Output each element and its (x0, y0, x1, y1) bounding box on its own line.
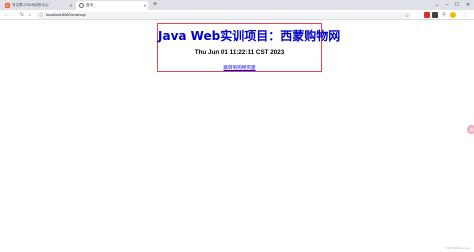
tab-strip: C 写文章-CSDN创作中心 ✕ 首页 ✕ + ⌄ – ☐ ✕ (0, 0, 474, 10)
flower-icon: ✿ (469, 127, 474, 132)
csdn-icon: C (5, 3, 10, 8)
page-title: Java Web实训项目：西蒙购物网 (158, 29, 341, 43)
maximize-button[interactable]: ☐ (452, 0, 462, 10)
forward-button[interactable]: → (10, 10, 18, 20)
bookmark-star-icon[interactable]: ☆ (405, 12, 409, 19)
current-datetime: Thu Jun 01 11:22:11 CST 2023 (194, 49, 285, 56)
extension-red-icon[interactable] (424, 12, 430, 18)
goto-shopping-link[interactable]: 跳转到购物页面 (223, 65, 255, 71)
tab-label: 首页 (86, 3, 94, 7)
home-button[interactable]: ⌂ (26, 10, 34, 20)
back-button[interactable]: ← (2, 10, 10, 20)
minimize-button[interactable]: – (442, 0, 452, 10)
close-window-button[interactable]: ✕ (463, 0, 473, 10)
browser-toolbar: ← → ↻ ⌂ ⓘ ☆ ⚲ ⋮ (0, 10, 474, 20)
close-icon[interactable]: ✕ (68, 3, 74, 8)
tab-csdn-editor[interactable]: C 写文章-CSDN创作中心 ✕ (2, 1, 74, 10)
url-input[interactable] (46, 13, 366, 17)
tab-home[interactable]: 首页 ✕ (76, 1, 148, 10)
globe-icon (79, 3, 84, 8)
extensions-puzzle-icon[interactable]: ⚲ (441, 12, 447, 18)
new-tab-button[interactable]: + (151, 0, 159, 10)
address-bar[interactable]: ⓘ ☆ (36, 11, 412, 19)
tab-label: 写文章-CSDN创作中心 (12, 3, 49, 7)
browser-window: C 写文章-CSDN创作中心 ✕ 首页 ✕ + ⌄ – ☐ ✕ ← → ↻ ⌂ … (0, 0, 474, 252)
site-info-icon[interactable]: ⓘ (39, 12, 43, 18)
page-content: Java Web实训项目：西蒙购物网 Thu Jun 01 11:22:11 C… (0, 21, 474, 252)
tab-search-icon[interactable]: ⌄ (432, 0, 442, 10)
profile-avatar[interactable] (450, 12, 456, 18)
watermark: CSDN @bloomtop (445, 246, 470, 250)
reload-button[interactable]: ↻ (18, 10, 26, 20)
floating-side-button[interactable]: ✿ (467, 125, 474, 134)
browser-menu-icon[interactable]: ⋮ (462, 12, 468, 18)
extension-dark-icon[interactable] (432, 12, 438, 18)
project-header-box: Java Web实训项目：西蒙购物网 Thu Jun 01 11:22:11 C… (157, 23, 341, 72)
close-icon[interactable]: ✕ (142, 3, 148, 8)
